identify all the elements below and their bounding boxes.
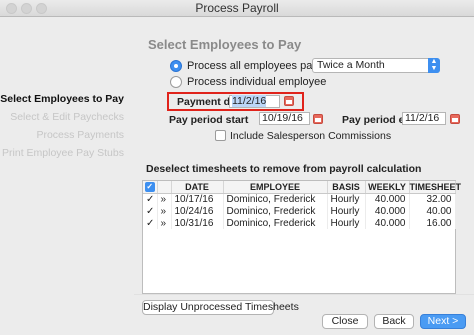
back-button[interactable]: Back <box>374 314 414 329</box>
select-all-check-icon[interactable]: ✓ <box>144 182 155 193</box>
row-weekly: 40.000 <box>365 217 410 229</box>
radio-process-individual[interactable]: Process individual employee <box>170 75 326 89</box>
row-timesheet: 16.00 <box>409 217 456 229</box>
next-button[interactable]: Next > <box>420 314 466 329</box>
step-select-edit-paychecks: Select & Edit Paychecks <box>10 111 124 123</box>
row-weekly: 40.000 <box>365 205 410 217</box>
row-employee: Dominico, Frederick <box>223 205 328 217</box>
row-timesheet: 40.00 <box>409 205 456 217</box>
steps-panel: Select Employees to Pay Select & Edit Pa… <box>0 18 132 335</box>
title-bar: Process Payroll <box>0 0 474 17</box>
payment-date-field[interactable]: 11/2/16 <box>229 95 280 108</box>
select-all-header[interactable]: ✓ <box>143 181 158 194</box>
pay-frequency-select[interactable]: Twice a Month ▲ ▼ <box>312 58 440 73</box>
include-commissions-checkbox[interactable] <box>215 130 226 141</box>
period-end-value: 11/2/16 <box>405 112 440 124</box>
row-employee: Dominico, Frederick <box>223 217 328 229</box>
radio-process-all[interactable]: Process all employees paid <box>170 59 321 73</box>
column-header-timesheet[interactable]: TIMESHEET <box>409 181 461 194</box>
radio-process-individual-label: Process individual employee <box>187 76 327 88</box>
radio-process-all-label: Process all employees paid <box>187 60 321 72</box>
column-header-weekly[interactable]: WEEKLY <box>365 181 410 194</box>
minimize-window-icon[interactable] <box>21 3 32 14</box>
period-start-value: 10/19/16 <box>262 112 303 124</box>
row-date: 10/31/16 <box>171 217 224 229</box>
pay-frequency-value: Twice a Month <box>317 59 385 71</box>
close-button[interactable]: Close <box>322 314 368 329</box>
expand-chevron-icon[interactable]: » <box>157 217 172 229</box>
zoom-window-icon[interactable] <box>36 3 47 14</box>
column-header-employee[interactable]: EMPLOYEE <box>223 181 328 194</box>
row-date: 10/17/16 <box>171 193 224 205</box>
display-unprocessed-button[interactable]: Display Unprocessed Timesheets <box>142 300 299 315</box>
page-title: Select Employees to Pay <box>148 37 302 52</box>
row-check-icon[interactable]: ✓ <box>143 205 158 217</box>
period-start-field[interactable]: 10/19/16 <box>259 112 310 125</box>
timesheet-table: ✓ DATE EMPLOYEE BASIS WEEKLY TIMESHEET ✓… <box>142 180 461 294</box>
step-print-pay-stubs: Print Employee Pay Stubs <box>2 147 124 159</box>
process-payroll-window: Process Payroll Select Employees to Pay … <box>0 0 474 335</box>
period-end-field[interactable]: 11/2/16 <box>402 112 446 125</box>
column-header-basis[interactable]: BASIS <box>327 181 366 194</box>
expand-header <box>157 181 172 194</box>
period-start-label: Pay period start <box>169 114 249 126</box>
column-header-date[interactable]: DATE <box>171 181 224 194</box>
row-timesheet: 32.00 <box>409 193 456 205</box>
table-row[interactable]: ✓ » 10/24/16 Dominico, Frederick Hourly … <box>143 205 456 217</box>
close-window-icon[interactable] <box>6 3 17 14</box>
calendar-icon[interactable] <box>450 114 460 124</box>
deselect-instructions: Deselect timesheets to remove from payro… <box>146 163 422 175</box>
table-row[interactable]: ✓ » 10/31/16 Dominico, Frederick Hourly … <box>143 217 456 229</box>
row-date: 10/24/16 <box>171 205 224 217</box>
row-basis: Hourly <box>327 217 366 229</box>
expand-chevron-icon[interactable]: » <box>157 205 172 217</box>
radio-selected-icon[interactable] <box>170 60 182 72</box>
table-header-row: ✓ DATE EMPLOYEE BASIS WEEKLY TIMESHEET <box>143 181 461 194</box>
row-check-icon[interactable]: ✓ <box>143 193 158 205</box>
row-basis: Hourly <box>327 205 366 217</box>
expand-chevron-icon[interactable]: » <box>157 193 172 205</box>
window-title: Process Payroll <box>195 1 279 15</box>
payment-date-value: 11/2/16 <box>232 95 267 107</box>
row-check-icon[interactable]: ✓ <box>143 217 158 229</box>
include-commissions-label: Include Salesperson Commissions <box>230 130 392 142</box>
row-employee: Dominico, Frederick <box>223 193 328 205</box>
calendar-icon[interactable] <box>284 96 294 106</box>
footer-divider <box>134 294 474 295</box>
calendar-icon[interactable] <box>313 114 323 124</box>
row-basis: Hourly <box>327 193 366 205</box>
step-process-payments: Process Payments <box>36 129 124 141</box>
table-row[interactable]: ✓ » 10/17/16 Dominico, Frederick Hourly … <box>143 193 456 205</box>
row-weekly: 40.000 <box>365 193 410 205</box>
step-select-employees: Select Employees to Pay <box>0 93 124 105</box>
radio-unselected-icon[interactable] <box>170 76 182 88</box>
chevron-updown-icon[interactable]: ▲ ▼ <box>428 58 440 73</box>
